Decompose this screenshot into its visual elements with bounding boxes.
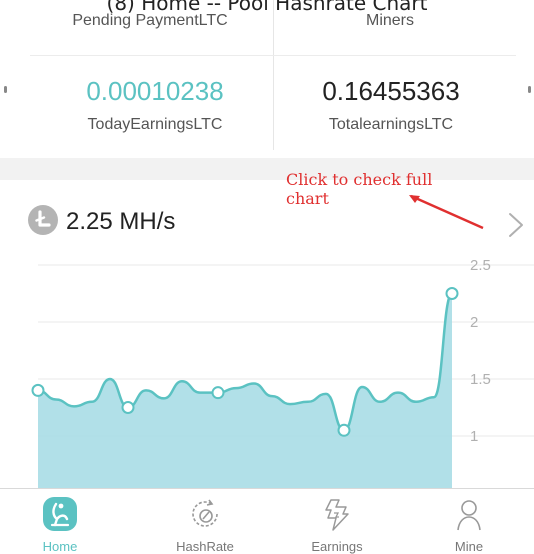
home-tab-icon — [43, 497, 77, 531]
tab-hashrate-label: HashRate — [176, 539, 234, 554]
tab-mine[interactable]: Mine — [409, 489, 529, 554]
tab-hashrate[interactable]: HashRate — [145, 489, 265, 554]
total-earnings-label: TotalearningsLTC — [328, 116, 454, 133]
litecoin-icon — [28, 205, 58, 235]
data-point — [121, 401, 135, 414]
data-point — [337, 423, 351, 437]
tab-mine-label: Mine — [454, 539, 484, 554]
data-point — [445, 287, 459, 300]
hashrate-chart[interactable]: 2.5 2 1.5 1 — [0, 250, 534, 488]
today-earnings-label: TodayEarningsLTC — [87, 116, 223, 133]
bottom-tab-bar: Home HashRate Earnings Mine — [0, 488, 534, 554]
today-earnings-value: 0.00010238 — [86, 76, 224, 106]
annotation-arrow — [409, 194, 484, 230]
carousel-left-edge — [4, 86, 7, 93]
section-separator — [0, 158, 534, 180]
stats-horizontal-divider — [30, 55, 516, 56]
hashrate-tab-icon — [192, 499, 218, 527]
data-point — [211, 386, 225, 400]
tab-home-label: Home — [42, 539, 78, 554]
total-earnings-value: 0.16455363 — [322, 76, 460, 106]
earnings-tab-icon — [325, 499, 349, 531]
y-tick-label: 1.5 — [470, 371, 491, 388]
y-tick-label: 2.5 — [470, 257, 491, 274]
pending-payment-label: Pending PaymentLTC — [72, 12, 228, 29]
y-tick-label: 2 — [470, 314, 478, 331]
earnings-stats-panel: Pending PaymentLTC Miners 0.00010238 Tod… — [0, 0, 534, 150]
tab-earnings[interactable]: Earnings — [277, 489, 397, 554]
stats-vertical-divider — [273, 0, 274, 150]
data-point — [31, 383, 45, 397]
tab-earnings-label: Earnings — [311, 539, 363, 554]
user-tab-icon — [457, 500, 481, 531]
chevron-right-icon[interactable] — [505, 211, 527, 239]
hashrate-value: 2.25 MH/s — [66, 208, 176, 235]
miners-label: Miners — [365, 12, 414, 29]
carousel-right-edge — [528, 86, 531, 93]
tab-home[interactable]: Home — [0, 489, 120, 554]
y-tick-label: 1 — [470, 428, 478, 445]
